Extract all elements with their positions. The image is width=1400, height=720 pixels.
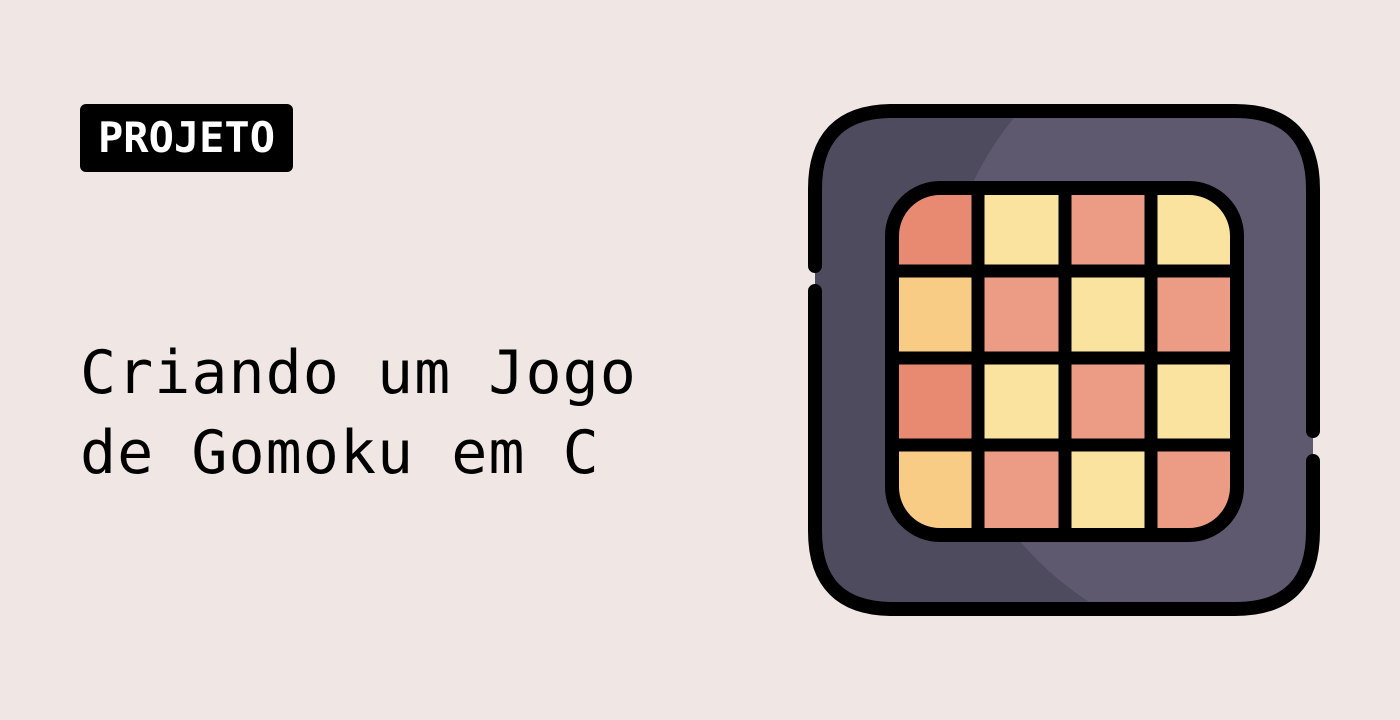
board-cell [1065, 445, 1151, 535]
board-cell [1151, 358, 1237, 445]
title-line-2: de Gomoku em C [80, 418, 600, 488]
board-cell [1151, 271, 1237, 358]
board-cell [978, 358, 1065, 445]
board-cell [1065, 358, 1151, 445]
board-cell [978, 271, 1065, 358]
board-cell [892, 271, 978, 358]
page-title: Criando um Jogo de Gomoku em C [80, 333, 760, 493]
game-board-icon [808, 104, 1320, 616]
project-badge: PROJETO [80, 104, 294, 172]
board-cell [892, 358, 978, 445]
board-cell [978, 188, 1065, 271]
board-cell [1065, 188, 1151, 271]
board-cell [978, 445, 1065, 535]
title-line-1: Criando um Jogo [80, 338, 637, 408]
board-cell [1065, 271, 1151, 358]
